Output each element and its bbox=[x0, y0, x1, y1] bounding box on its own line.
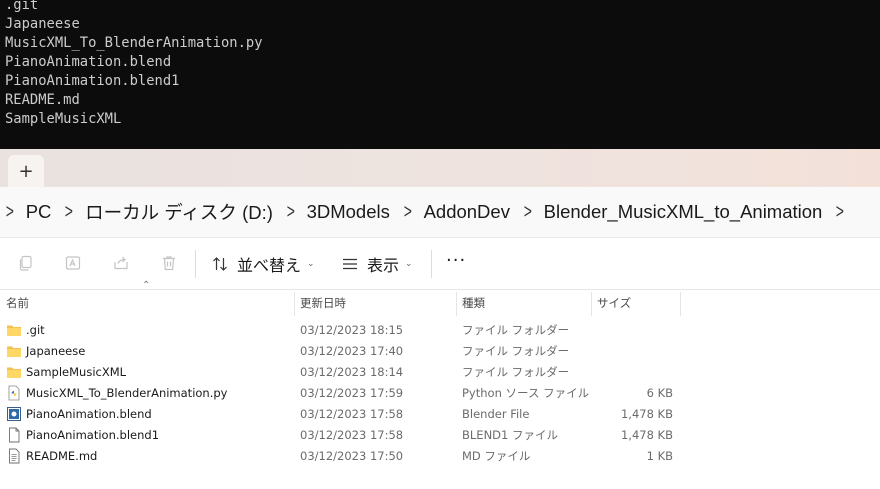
share-button[interactable] bbox=[110, 252, 132, 274]
file-type: ファイル フォルダー bbox=[462, 344, 570, 358]
file-type: ファイル フォルダー bbox=[462, 365, 570, 379]
sort-button[interactable]: 並べ替え ⌄ bbox=[211, 251, 315, 277]
terminal-window[interactable]: .git Japaneese MusicXML_To_BlenderAnimat… bbox=[0, 0, 880, 149]
rename-icon bbox=[65, 256, 81, 270]
column-header-type[interactable]: 種類 bbox=[462, 290, 485, 316]
file-name: SampleMusicXML bbox=[26, 365, 127, 379]
chevron-right-icon[interactable]: > bbox=[524, 201, 532, 224]
view-icon bbox=[343, 258, 357, 270]
file-date: 03/12/2023 17:58 bbox=[300, 407, 404, 421]
rename-button[interactable] bbox=[62, 252, 84, 274]
file-name: MusicXML_To_BlenderAnimation.py bbox=[26, 386, 228, 400]
file-name: .git bbox=[26, 323, 45, 337]
terminal-line: MusicXML_To_BlenderAnimation.py bbox=[5, 35, 263, 51]
column-header-date[interactable]: 更新日時 bbox=[300, 290, 346, 316]
chevron-right-icon[interactable]: > bbox=[836, 201, 844, 224]
chevron-down-icon: ⌄ bbox=[307, 259, 315, 269]
file-list: .git 03/12/2023 18:15 ファイル フォルダー Japanee… bbox=[0, 320, 880, 467]
sort-label: 並べ替え bbox=[237, 256, 302, 275]
column-divider[interactable] bbox=[680, 292, 681, 316]
file-row[interactable]: MusicXML_To_BlenderAnimation.py 03/12/20… bbox=[0, 383, 880, 404]
python-file-icon bbox=[8, 385, 20, 401]
more-options-button[interactable]: ··· bbox=[446, 250, 466, 271]
file-date: 03/12/2023 17:59 bbox=[300, 386, 404, 400]
terminal-line: SampleMusicXML bbox=[5, 111, 122, 127]
folder-icon bbox=[7, 367, 21, 378]
chevron-right-icon[interactable]: > bbox=[65, 201, 73, 224]
file-name: PianoAnimation.blend1 bbox=[26, 428, 160, 442]
file-type: MD ファイル bbox=[462, 449, 531, 463]
delete-button[interactable] bbox=[158, 252, 180, 274]
file-date: 03/12/2023 17:58 bbox=[300, 428, 404, 442]
breadcrumb-item-addondev[interactable]: AddonDev bbox=[424, 201, 510, 223]
share-icon bbox=[114, 256, 128, 270]
file-date: 03/12/2023 18:14 bbox=[300, 365, 404, 379]
view-label: 表示 bbox=[367, 256, 400, 275]
chevron-down-icon: ⌄ bbox=[405, 259, 413, 269]
file-date: 03/12/2023 17:40 bbox=[300, 344, 404, 358]
copy-icon bbox=[19, 255, 32, 271]
file-row[interactable]: .git 03/12/2023 18:15 ファイル フォルダー bbox=[0, 320, 880, 341]
file-date: 03/12/2023 17:50 bbox=[300, 449, 404, 463]
tab-bar: + bbox=[0, 149, 880, 187]
file-row[interactable]: README.md 03/12/2023 17:50 MD ファイル 1 KB bbox=[0, 446, 880, 467]
address-bar[interactable]: > PC > ローカル ディスク (D:) > 3DModels > Addon… bbox=[0, 187, 880, 238]
terminal-line: PianoAnimation.blend bbox=[5, 54, 172, 70]
text-file-icon bbox=[9, 448, 20, 464]
column-divider[interactable] bbox=[294, 292, 295, 316]
terminal-line: README.md bbox=[5, 92, 80, 108]
folder-icon bbox=[7, 325, 21, 336]
column-header-row: ⌃ 名前 更新日時 種類 サイズ bbox=[0, 280, 880, 316]
file-row[interactable]: Japaneese 03/12/2023 17:40 ファイル フォルダー bbox=[0, 341, 880, 362]
file-type: Python ソース ファイル bbox=[462, 386, 590, 400]
toolbar-divider bbox=[195, 250, 196, 278]
file-icon bbox=[9, 427, 20, 443]
file-type: BLEND1 ファイル bbox=[462, 428, 558, 442]
file-size: 1,478 KB bbox=[620, 407, 673, 421]
column-divider[interactable] bbox=[591, 292, 592, 316]
breadcrumb-item-current-folder[interactable]: Blender_MusicXML_to_Animation bbox=[544, 201, 823, 223]
file-date: 03/12/2023 18:15 bbox=[300, 323, 404, 337]
chevron-right-icon[interactable]: > bbox=[6, 201, 14, 224]
breadcrumb-item-local-disk[interactable]: ローカル ディスク (D:) bbox=[85, 199, 273, 225]
toolbar-divider bbox=[431, 250, 432, 278]
column-header-name[interactable]: 名前 bbox=[6, 290, 29, 316]
file-size: 1 KB bbox=[646, 449, 673, 463]
file-name: PianoAnimation.blend bbox=[26, 407, 152, 421]
command-bar: 並べ替え ⌄ 表示 ⌄ ··· bbox=[0, 238, 880, 290]
chevron-right-icon[interactable]: > bbox=[404, 201, 412, 224]
breadcrumb-item-3dmodels[interactable]: 3DModels bbox=[307, 201, 390, 223]
sort-ascending-icon: ⌃ bbox=[142, 280, 151, 291]
column-header-size[interactable]: サイズ bbox=[597, 290, 631, 316]
file-row[interactable]: SampleMusicXML 03/12/2023 18:14 ファイル フォル… bbox=[0, 362, 880, 383]
chevron-right-icon[interactable]: > bbox=[287, 201, 295, 224]
sort-icon bbox=[213, 257, 227, 271]
copy-button[interactable] bbox=[15, 252, 37, 274]
breadcrumb: > PC > ローカル ディスク (D:) > 3DModels > Addon… bbox=[0, 187, 856, 237]
file-name: Japaneese bbox=[26, 344, 86, 358]
view-button[interactable]: 表示 ⌄ bbox=[341, 251, 413, 277]
file-row[interactable]: PianoAnimation.blend1 03/12/2023 17:58 B… bbox=[0, 425, 880, 446]
terminal-line: PianoAnimation.blend1 bbox=[5, 73, 180, 89]
terminal-line: .git bbox=[5, 0, 39, 13]
file-name: README.md bbox=[26, 449, 98, 463]
file-size: 1,478 KB bbox=[620, 428, 673, 442]
file-type: ファイル フォルダー bbox=[462, 323, 570, 337]
trash-icon bbox=[163, 256, 175, 271]
breadcrumb-item-pc[interactable]: PC bbox=[26, 201, 52, 223]
file-size: 6 KB bbox=[646, 386, 673, 400]
column-divider[interactable] bbox=[456, 292, 457, 316]
terminal-line: Japaneese bbox=[5, 16, 80, 32]
blender-file-icon bbox=[7, 407, 21, 421]
file-explorer-window: + > PC > ローカル ディスク (D:) > 3DModels > Add… bbox=[0, 149, 880, 489]
file-row[interactable]: PianoAnimation.blend 03/12/2023 17:58 Bl… bbox=[0, 404, 880, 425]
folder-icon bbox=[7, 346, 21, 357]
file-type: Blender File bbox=[462, 407, 530, 421]
new-tab-button[interactable]: + bbox=[8, 155, 44, 187]
